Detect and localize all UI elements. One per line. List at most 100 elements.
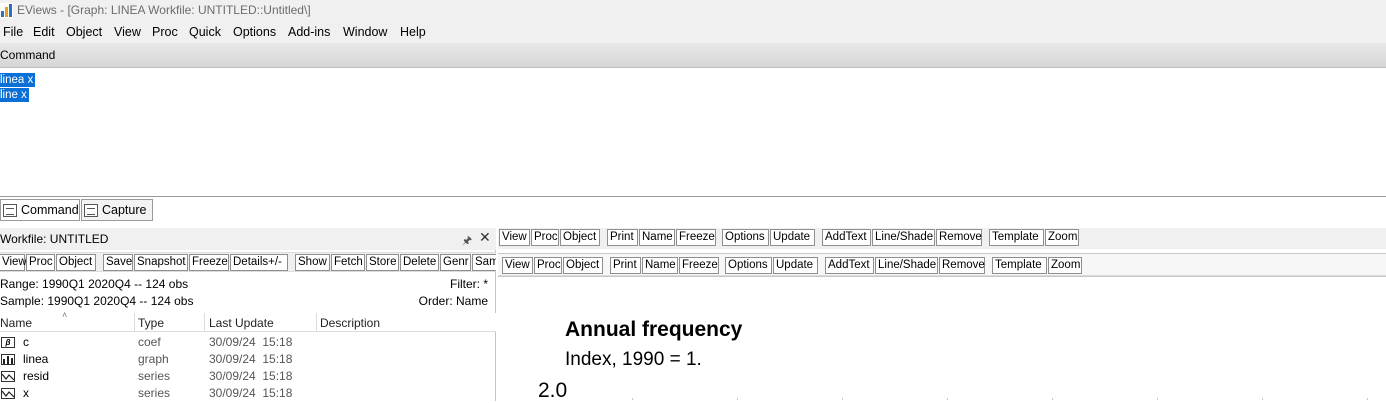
gridline-mark [1157,398,1158,400]
graph-back-options-button[interactable]: Options [722,229,769,246]
graph-back-name-button[interactable]: Name [639,229,675,246]
graph-freeze-button[interactable]: Freeze [679,257,719,274]
graph-back-update-button[interactable]: Update [770,229,815,246]
tab-command-label: Command [21,203,79,217]
column-divider[interactable] [134,313,135,332]
menu-object[interactable]: Object [66,25,102,39]
graph-back-freeze-button[interactable]: Freeze [676,229,716,246]
close-icon[interactable]: ✕ [479,229,491,246]
graph-back-print-button[interactable]: Print [607,229,638,246]
y-axis-tick-label: 2.0 [538,379,568,402]
object-last-update: 30/09/24 15:18 [209,335,293,349]
graph-back-zoom-button[interactable]: Zoom [1045,229,1079,246]
wf-store-button[interactable]: Store [366,254,399,271]
menu-quick[interactable]: Quick [189,25,221,39]
tab-capture[interactable]: Capture [81,199,153,221]
graph-back-view-button[interactable]: View [499,229,530,246]
workfile-object-row[interactable]: x series 30/09/24 15:18 [0,385,496,402]
workfile-range[interactable]: Range: 1990Q1 2020Q4 -- 124 obs [0,277,188,291]
gridline-mark [842,398,843,400]
window-title: EViews - [Graph: LINEA Workfile: UNTITLE… [17,3,311,17]
workfile-object-row[interactable]: β c coef 30/09/24 15:18 [0,334,496,351]
object-name: x [23,386,29,400]
graph-back-addtext-button[interactable]: AddText [822,229,871,246]
workfile-order[interactable]: Order: Name [419,294,488,308]
eviews-app-icon [0,3,13,18]
graph-proc-button[interactable]: Proc [534,257,562,274]
object-last-update: 30/09/24 15:18 [209,352,293,366]
graph-back-proc-button[interactable]: Proc [531,229,559,246]
graph-view-button[interactable]: View [502,257,533,274]
workfile-sample[interactable]: Sample: 1990Q1 2020Q4 -- 124 obs [0,294,193,308]
wf-show-button[interactable]: Show [295,254,330,271]
col-last-update-header[interactable]: Last Update [209,316,274,330]
graph-toolbar: View Proc Object Print Name Freeze Optio… [498,253,1386,276]
col-name-header[interactable]: Name [0,316,32,330]
workfile-filter[interactable]: Filter: * [450,277,488,291]
command-pane-header: Command [0,43,1386,68]
col-description-header[interactable]: Description [320,316,380,330]
menu-bar: File Edit Object View Proc Quick Options… [0,22,1386,43]
workfile-toolbar: View Proc Object Save Snapshot Freeze De… [0,252,496,272]
graph-back-lineshade-button[interactable]: Line/Shade [872,229,935,246]
wf-save-button[interactable]: Save [103,254,133,271]
graph-object-button[interactable]: Object [563,257,603,274]
graph-options-button[interactable]: Options [725,257,772,274]
wf-details-button[interactable]: Details+/- [230,254,288,271]
command-pane-title: Command [0,48,56,62]
graph-print-button[interactable]: Print [610,257,641,274]
graph-back-remove-button[interactable]: Remove [936,229,982,246]
object-last-update: 30/09/24 15:18 [209,369,293,383]
graph-canvas[interactable]: Annual frequency Index, 1990 = 1. 2.0 [498,276,1386,402]
graph-back-template-button[interactable]: Template [989,229,1044,246]
wf-delete-button[interactable]: Delete [400,254,439,271]
command-input-area[interactable]: linea x line x [0,69,1386,197]
wf-freeze-button[interactable]: Freeze [189,254,229,271]
menu-help[interactable]: Help [400,25,426,39]
menu-options[interactable]: Options [233,25,276,39]
tab-command[interactable]: Command [0,199,80,221]
workfile-object-row[interactable]: resid series 30/09/24 15:18 [0,368,496,385]
gridline-mark [632,398,633,400]
wf-genr-button[interactable]: Genr [440,254,471,271]
col-type-header[interactable]: Type [138,316,164,330]
sort-ascending-icon: ˄ [62,310,68,320]
graph-addtext-button[interactable]: AddText [825,257,874,274]
graph-remove-button[interactable]: Remove [939,257,985,274]
command-line-selected[interactable]: line x [0,88,29,102]
menu-proc[interactable]: Proc [152,25,178,39]
wf-snapshot-button[interactable]: Snapshot [134,254,188,271]
menu-file[interactable]: File [3,25,23,39]
command-window-icon [3,203,17,217]
command-line-selected[interactable]: linea x [0,73,36,87]
column-divider[interactable] [316,313,317,332]
object-name: linea [23,352,49,366]
wf-proc-button[interactable]: Proc [26,254,55,271]
gridline-mark [947,398,948,400]
object-type: graph [138,352,169,366]
pin-icon[interactable]: 🖈︎ [462,232,472,251]
graph-lineshade-button[interactable]: Line/Shade [875,257,938,274]
menu-add-ins[interactable]: Add-ins [288,25,330,39]
menu-edit[interactable]: Edit [33,25,55,39]
graph-subtitle: Index, 1990 = 1. [565,349,702,370]
workfile-title: Workfile: UNTITLED [0,232,109,246]
column-divider[interactable] [204,313,205,332]
title-bar: EViews - [Graph: LINEA Workfile: UNTITLE… [0,0,1386,22]
menu-window[interactable]: Window [343,25,387,39]
wf-sample-button[interactable]: Sam [472,254,496,271]
workfile-window: Workfile: UNTITLED 🖈︎ ✕ View Proc Object… [0,228,496,401]
graph-name-button[interactable]: Name [642,257,678,274]
object-type: series [138,386,171,400]
workfile-object-row[interactable]: linea graph 30/09/24 15:18 [0,351,496,368]
menu-view[interactable]: View [114,25,141,39]
wf-object-button[interactable]: Object [56,254,96,271]
wf-fetch-button[interactable]: Fetch [331,254,365,271]
object-type: series [138,369,171,383]
graph-template-button[interactable]: Template [992,257,1047,274]
graph-back-object-button[interactable]: Object [560,229,600,246]
graph-zoom-button[interactable]: Zoom [1048,257,1082,274]
gridline-mark [1052,398,1053,400]
wf-view-button[interactable]: View [0,254,27,271]
graph-update-button[interactable]: Update [773,257,818,274]
